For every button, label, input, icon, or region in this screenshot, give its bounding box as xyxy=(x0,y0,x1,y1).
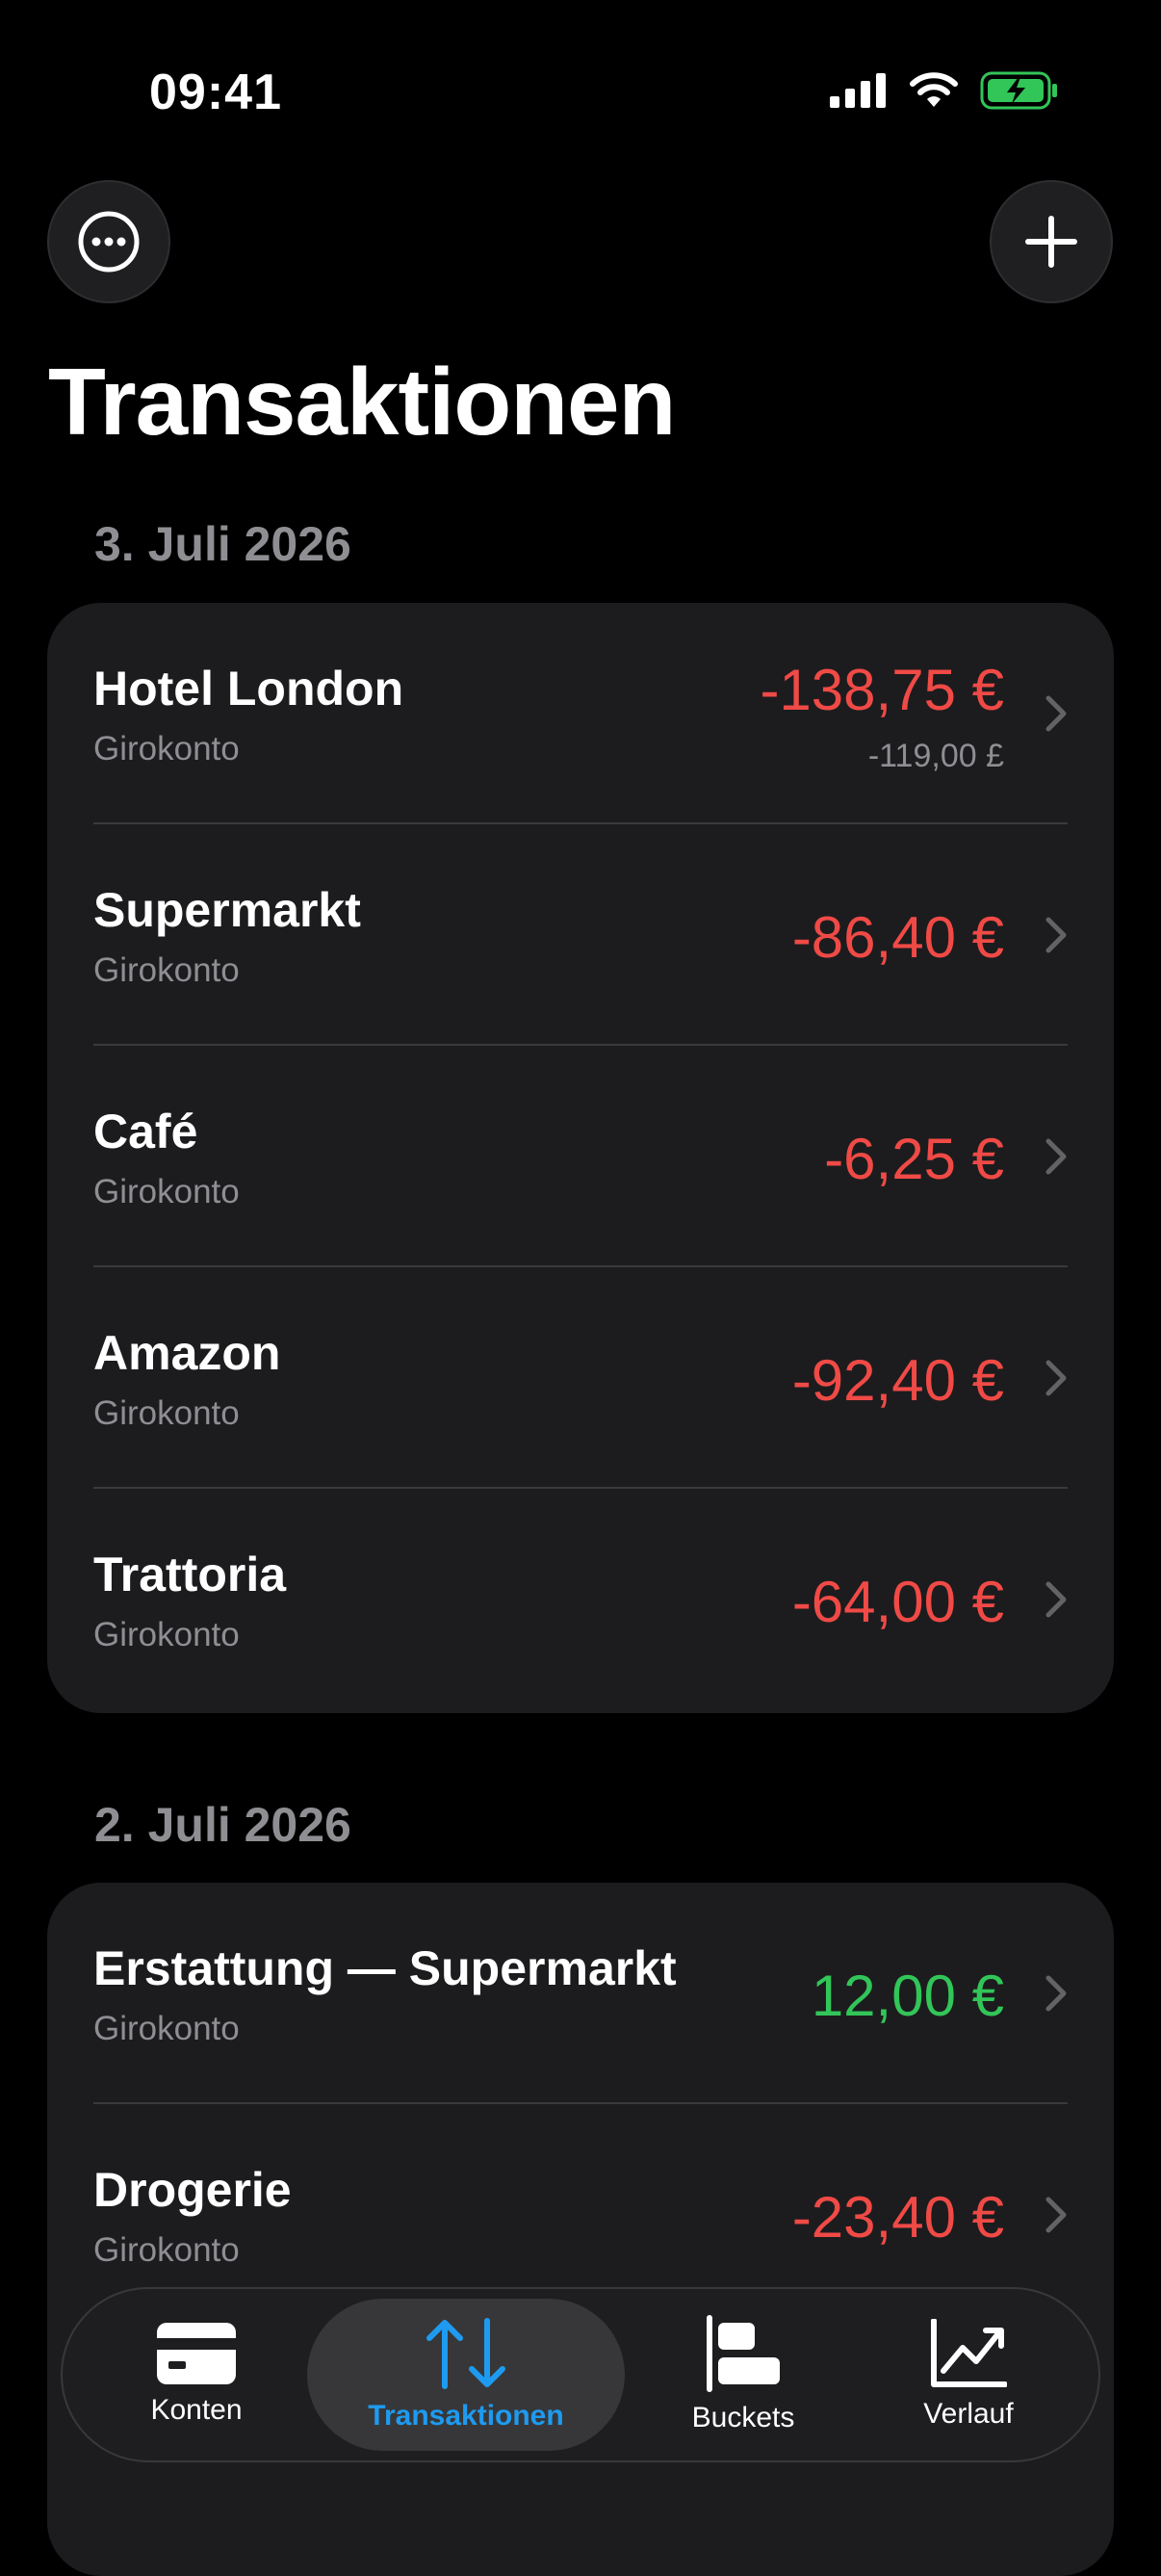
add-transaction-button[interactable] xyxy=(990,180,1113,303)
transaction-amount: -64,00 € xyxy=(791,1570,1004,1634)
tab-buckets[interactable]: Buckets xyxy=(629,2299,858,2451)
transaction-amount: 12,00 € xyxy=(811,1964,1004,2028)
transaction-amount: -86,40 € xyxy=(791,905,1004,970)
plus-icon xyxy=(1025,216,1077,268)
tab-label: Konten xyxy=(150,2394,243,2426)
chevron-right-icon xyxy=(1045,917,1067,953)
transaction-amount: -92,40 € xyxy=(791,1348,1004,1413)
status-bar: 09:41 xyxy=(0,0,1161,183)
wifi-icon xyxy=(910,72,958,107)
transaction-title: Drogerie xyxy=(93,2163,292,2217)
more-options-button[interactable] xyxy=(47,180,170,303)
transaction-account: Girokonto xyxy=(93,730,240,768)
chevron-right-icon xyxy=(1045,1138,1067,1175)
transaction-amount: -138,75 € xyxy=(760,658,1004,722)
status-icons xyxy=(830,71,1059,110)
tab-konten[interactable]: Konten xyxy=(82,2299,311,2451)
tab-label: Transaktionen xyxy=(368,2400,564,2432)
card-icon xyxy=(157,2323,236,2384)
section-date-header: 3. Juli 2026 xyxy=(94,517,351,571)
transaction-list: Hotel London Girokonto -138,75 € -119,00… xyxy=(47,603,1114,1713)
transaction-account: Girokonto xyxy=(93,2231,240,2269)
transaction-row[interactable]: Café Girokonto -6,25 € xyxy=(47,1046,1114,1267)
section-date-header: 2. Juli 2026 xyxy=(94,1798,351,1852)
transaction-title: Trattoria xyxy=(93,1548,287,1601)
chevron-right-icon xyxy=(1045,2197,1067,2233)
chart-line-icon xyxy=(931,2319,1007,2387)
transaction-list: Erstattung — Supermarkt Girokonto 12,00 … xyxy=(47,1883,1114,2576)
arrows-up-down-icon xyxy=(426,2318,505,2389)
ellipsis-circle-icon xyxy=(78,211,140,273)
transaction-foreign-amount: -119,00 £ xyxy=(867,738,1004,774)
transaction-account: Girokonto xyxy=(93,2010,240,2047)
signal-icon xyxy=(830,73,886,108)
battery-charging-icon xyxy=(980,71,1057,110)
chevron-right-icon xyxy=(1045,695,1067,732)
chevron-right-icon xyxy=(1045,1360,1067,1396)
tab-verlauf[interactable]: Verlauf xyxy=(854,2299,1083,2451)
transaction-amount: -23,40 € xyxy=(791,2185,1004,2250)
transaction-row[interactable]: Amazon Girokonto -92,40 € xyxy=(47,1267,1114,1489)
page-title: Transaktionen xyxy=(48,349,676,455)
transaction-row[interactable]: Supermarkt Girokonto -86,40 € xyxy=(47,824,1114,1046)
transaction-account: Girokonto xyxy=(93,1173,240,1210)
transaction-title: Supermarkt xyxy=(93,883,361,937)
chevron-right-icon xyxy=(1045,1975,1067,2012)
status-time: 09:41 xyxy=(149,65,282,120)
tab-label: Buckets xyxy=(691,2402,795,2433)
transaction-title: Café xyxy=(93,1105,198,1158)
tab-bar: Konten Transaktionen Buckets Verlauf xyxy=(61,2287,1100,2462)
transaction-title: Amazon xyxy=(93,1326,281,1380)
transaction-title: Erstattung — Supermarkt xyxy=(93,1941,677,1995)
tab-label: Verlauf xyxy=(923,2398,1014,2430)
transaction-account: Girokonto xyxy=(93,1394,240,1432)
transaction-title: Hotel London xyxy=(93,662,404,716)
chevron-right-icon xyxy=(1045,1581,1067,1618)
transaction-account: Girokonto xyxy=(93,951,240,989)
transaction-row[interactable]: Trattoria Girokonto -64,00 € xyxy=(47,1489,1114,1710)
transaction-amount: -6,25 € xyxy=(824,1127,1004,1191)
transaction-account: Girokonto xyxy=(93,1616,240,1653)
tab-transaktionen[interactable]: Transaktionen xyxy=(307,2299,625,2451)
bars-icon xyxy=(707,2315,780,2392)
transaction-row[interactable]: Erstattung — Supermarkt Girokonto 12,00 … xyxy=(47,1883,1114,2104)
transaction-row[interactable]: Hotel London Girokonto -138,75 € -119,00… xyxy=(47,603,1114,824)
